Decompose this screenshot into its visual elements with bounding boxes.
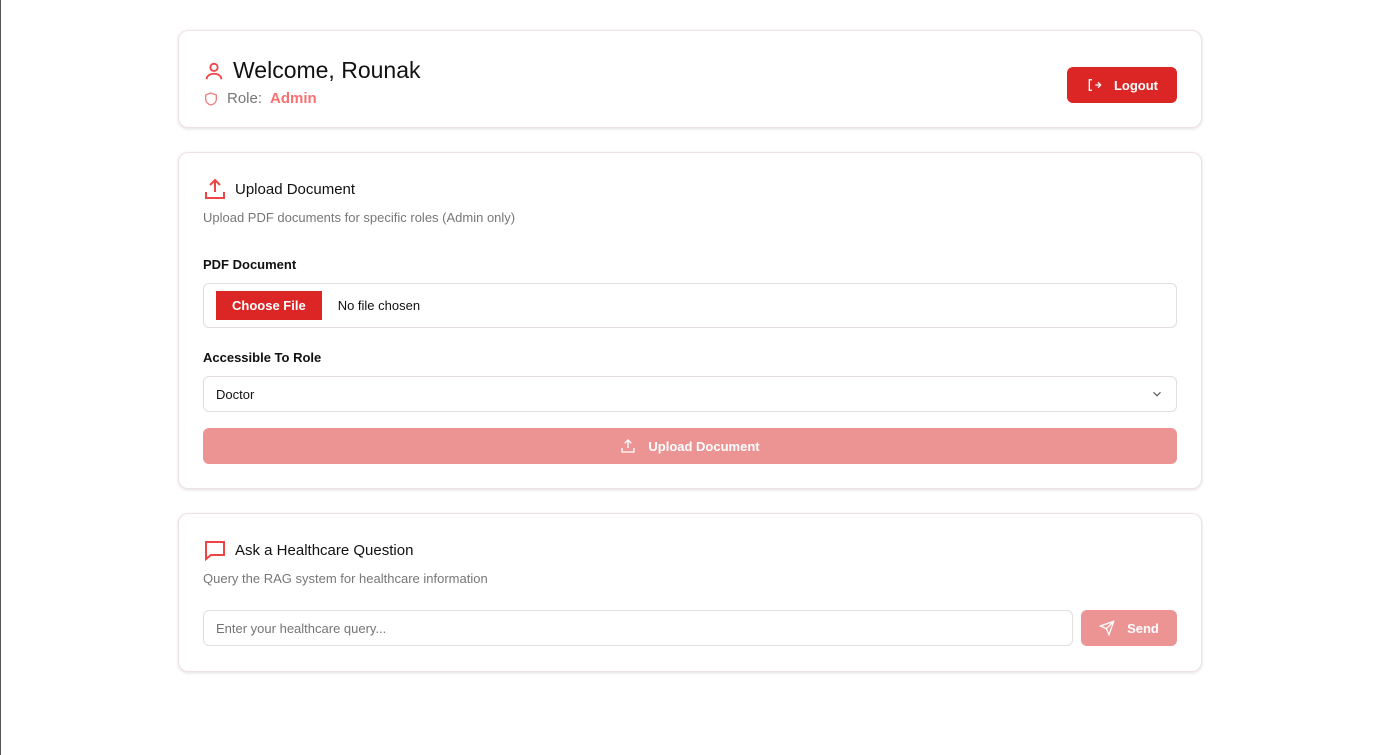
pdf-label: PDF Document <box>203 257 297 272</box>
upload-icon <box>205 178 225 199</box>
message-icon <box>205 541 225 562</box>
header-card: Welcome, Rounak Role: Admin Logout <box>178 30 1202 128</box>
shield-icon <box>205 91 217 106</box>
upload-title: Upload Document <box>235 180 356 198</box>
query-input[interactable] <box>203 610 1073 646</box>
send-label: Send <box>1127 620 1159 636</box>
ask-subtitle: Query the RAG system for healthcare info… <box>203 571 488 586</box>
welcome-row: Welcome, Rounak <box>203 57 1177 84</box>
logout-icon <box>1088 79 1102 91</box>
send-icon <box>1099 620 1115 636</box>
upload-subtitle: Upload PDF documents for specific roles … <box>203 210 516 225</box>
upload-card: Upload Document Upload PDF documents for… <box>178 152 1202 489</box>
logout-label: Logout <box>1113 77 1159 93</box>
role-label: Role: <box>227 90 263 107</box>
ask-card: Ask a Healthcare Question Query the RAG … <box>178 513 1202 672</box>
ask-title: Ask a Healthcare Question <box>235 541 414 559</box>
user-icon <box>205 62 223 79</box>
file-input[interactable]: Choose File No file chosen <box>203 283 1177 328</box>
welcome-title: Welcome, Rounak <box>233 57 421 83</box>
role-select-label: Accessible To Role <box>203 350 322 365</box>
upload-document-button[interactable]: Upload Document <box>203 428 1177 464</box>
logout-button[interactable]: Logout <box>1067 67 1177 103</box>
choose-file-button[interactable]: Choose File <box>216 291 322 320</box>
role-selected: Doctor <box>216 386 255 402</box>
upload-label: Upload Document <box>648 438 760 454</box>
role-select[interactable]: Doctor <box>203 376 1177 412</box>
no-file-text: No file chosen <box>337 298 421 313</box>
role-row: Role: Admin <box>203 90 1177 107</box>
send-button[interactable]: Send <box>1081 610 1177 646</box>
role-value: Admin <box>270 90 317 107</box>
chevron-down-icon <box>1153 391 1161 397</box>
upload-icon <box>621 439 636 453</box>
